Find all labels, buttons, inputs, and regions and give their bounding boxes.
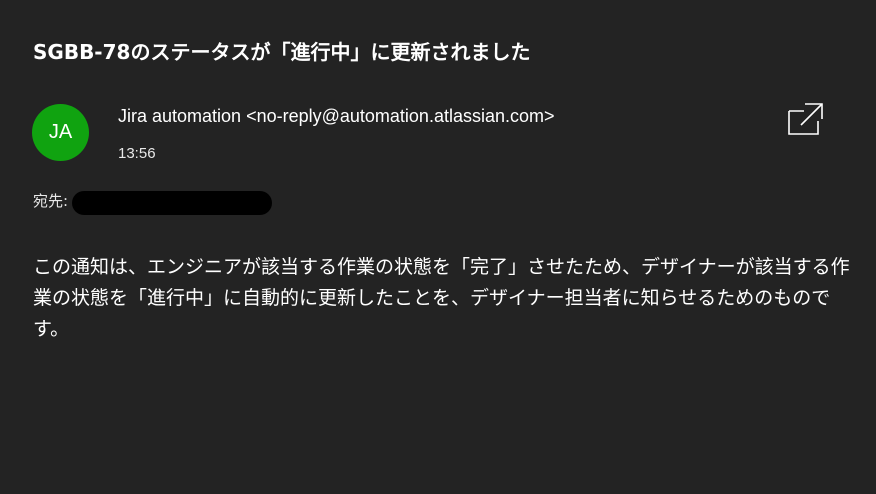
sender-initials: JA bbox=[48, 121, 73, 143]
email-subject: SGBB-78のステータスが「進行中」に更新されました bbox=[33, 40, 531, 64]
to-row: 宛先: bbox=[33, 190, 68, 211]
sender-avatar: JA bbox=[32, 104, 89, 161]
to-label: 宛先: bbox=[33, 192, 69, 210]
email-body: この通知は、エンジニアが該当する作業の状態を「完了」させたため、デザイナーが該当… bbox=[33, 256, 850, 340]
popout-window-icon-graphic bbox=[788, 103, 823, 135]
recipient-redaction bbox=[72, 191, 272, 215]
popout-window-icon[interactable] bbox=[786, 101, 826, 137]
received-time: 13:56 bbox=[118, 145, 156, 162]
sender-name[interactable]: Jira automation <no-reply@automation.atl… bbox=[118, 106, 555, 127]
